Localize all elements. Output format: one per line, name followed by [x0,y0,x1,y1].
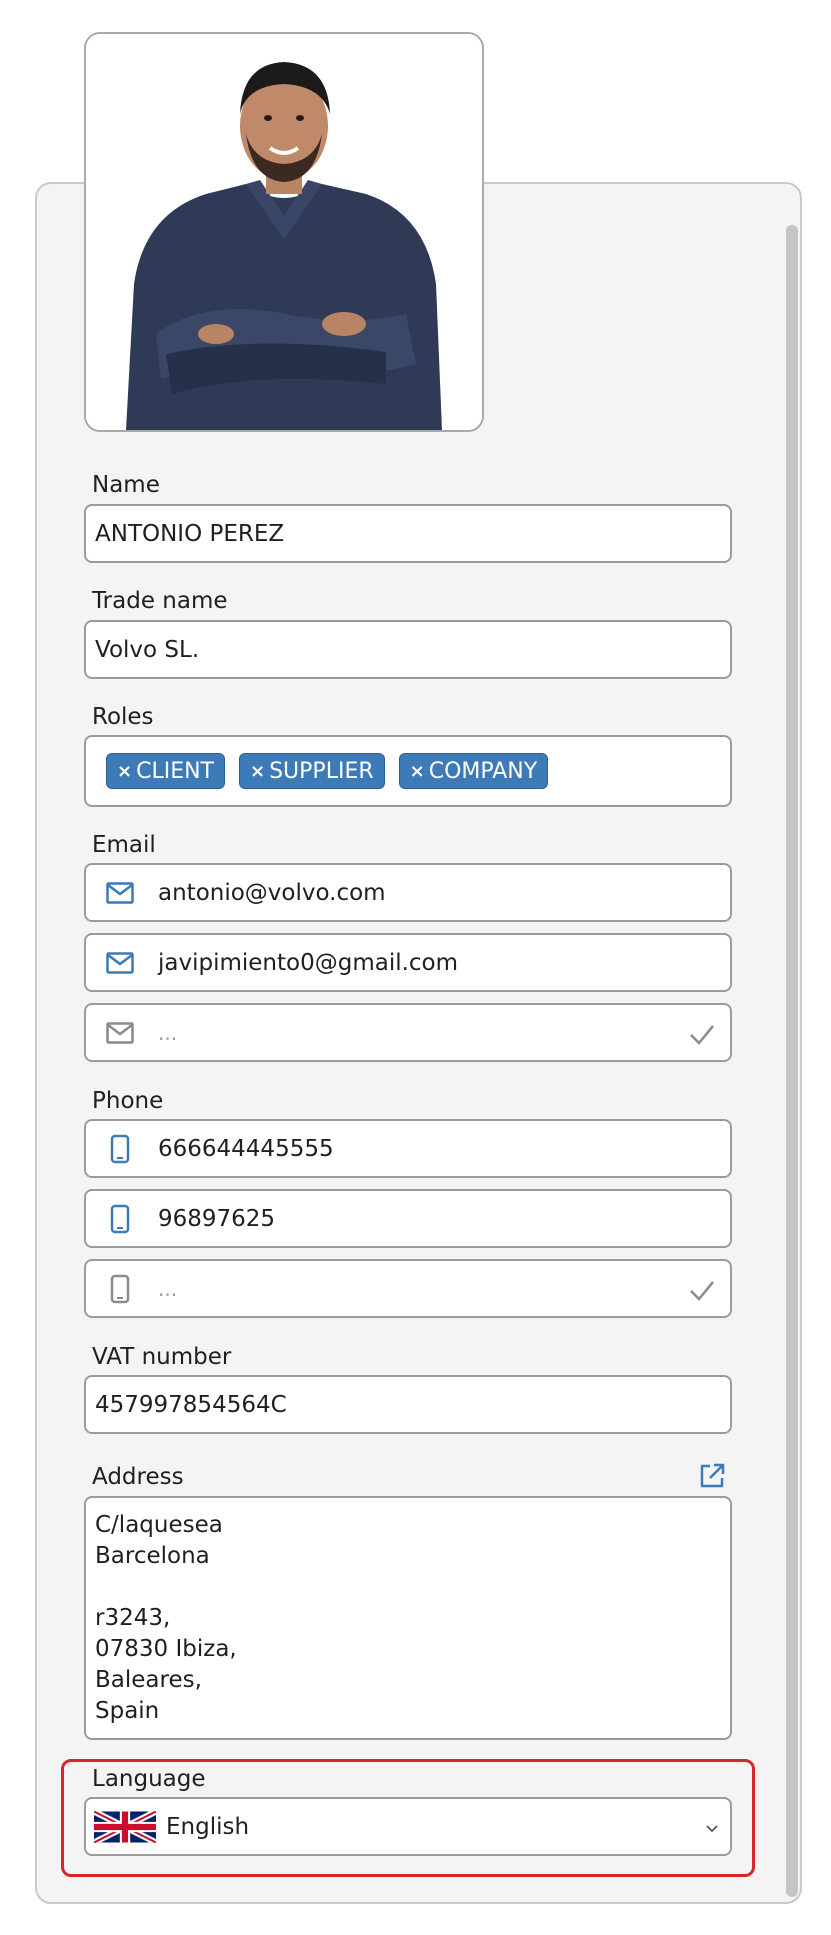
check-icon[interactable] [688,1020,716,1048]
address-textarea[interactable]: C/laquesea Barcelona r3243, 07830 Ibiza,… [84,1496,732,1740]
roles-multiselect[interactable]: × CLIENT × SUPPLIER × COMPANY [84,735,732,807]
remove-role-icon[interactable]: × [410,761,425,782]
mobile-phone-icon [90,1261,150,1316]
role-chip-company[interactable]: × COMPANY [398,753,549,789]
phone-value: 666644445555 [158,1135,334,1162]
profile-photo[interactable] [84,32,484,432]
name-value: ANTONIO PEREZ [95,520,285,547]
uk-flag-icon [94,1810,156,1843]
address-line: C/laquesea [95,1512,223,1538]
trade-name-value: Volvo SL. [95,636,200,663]
role-chip-label: CLIENT [136,758,214,784]
mail-icon [90,865,150,920]
mail-icon [90,935,150,990]
role-chip-supplier[interactable]: × SUPPLIER [239,753,385,789]
language-select[interactable]: English [84,1797,732,1856]
role-chip-label: SUPPLIER [269,758,374,784]
name-label: Name [92,472,160,498]
vat-value: 457997854564C [95,1391,287,1418]
email-value: javipimiento0@gmail.com [158,949,459,976]
address-label: Address [92,1464,184,1490]
person-illustration [86,34,482,430]
email-value: antonio@volvo.com [158,879,386,906]
address-line: Spain [95,1698,160,1724]
vat-input[interactable]: 457997854564C [84,1375,732,1434]
trade-name-input[interactable]: Volvo SL. [84,620,732,679]
chevron-down-icon[interactable] [704,1820,720,1836]
language-selected-value: English [166,1813,250,1840]
address-line: Baleares, [95,1667,202,1693]
check-icon[interactable] [688,1276,716,1304]
role-chip-client[interactable]: × CLIENT [106,753,225,789]
mobile-phone-icon [90,1121,150,1176]
phone-value: 96897625 [158,1205,276,1232]
email-label: Email [92,832,156,858]
mail-icon [90,1005,150,1060]
remove-role-icon[interactable]: × [250,761,265,782]
vat-label: VAT number [92,1344,232,1370]
external-link-icon[interactable] [698,1462,726,1490]
new-email-placeholder: ... [158,1020,178,1045]
new-phone-placeholder: ... [158,1276,178,1301]
new-email-input[interactable]: ... [84,1003,732,1062]
language-label: Language [92,1766,206,1792]
phone-label: Phone [92,1088,164,1114]
remove-role-icon[interactable]: × [117,761,132,782]
address-line [95,1572,721,1603]
name-input[interactable]: ANTONIO PEREZ [84,504,732,563]
trade-name-label: Trade name [92,588,228,614]
scrollbar-thumb[interactable] [786,225,798,1897]
role-chip-label: COMPANY [428,758,538,784]
mobile-phone-icon [90,1191,150,1246]
phone-field-2[interactable]: 96897625 [84,1189,732,1248]
email-field-1[interactable]: antonio@volvo.com [84,863,732,922]
roles-label: Roles [92,704,154,730]
phone-field-1[interactable]: 666644445555 [84,1119,732,1178]
email-field-2[interactable]: javipimiento0@gmail.com [84,933,732,992]
address-line: Barcelona [95,1543,210,1569]
new-phone-input[interactable]: ... [84,1259,732,1318]
address-line: r3243, [95,1605,171,1631]
address-line: 07830 Ibiza, [95,1636,237,1662]
